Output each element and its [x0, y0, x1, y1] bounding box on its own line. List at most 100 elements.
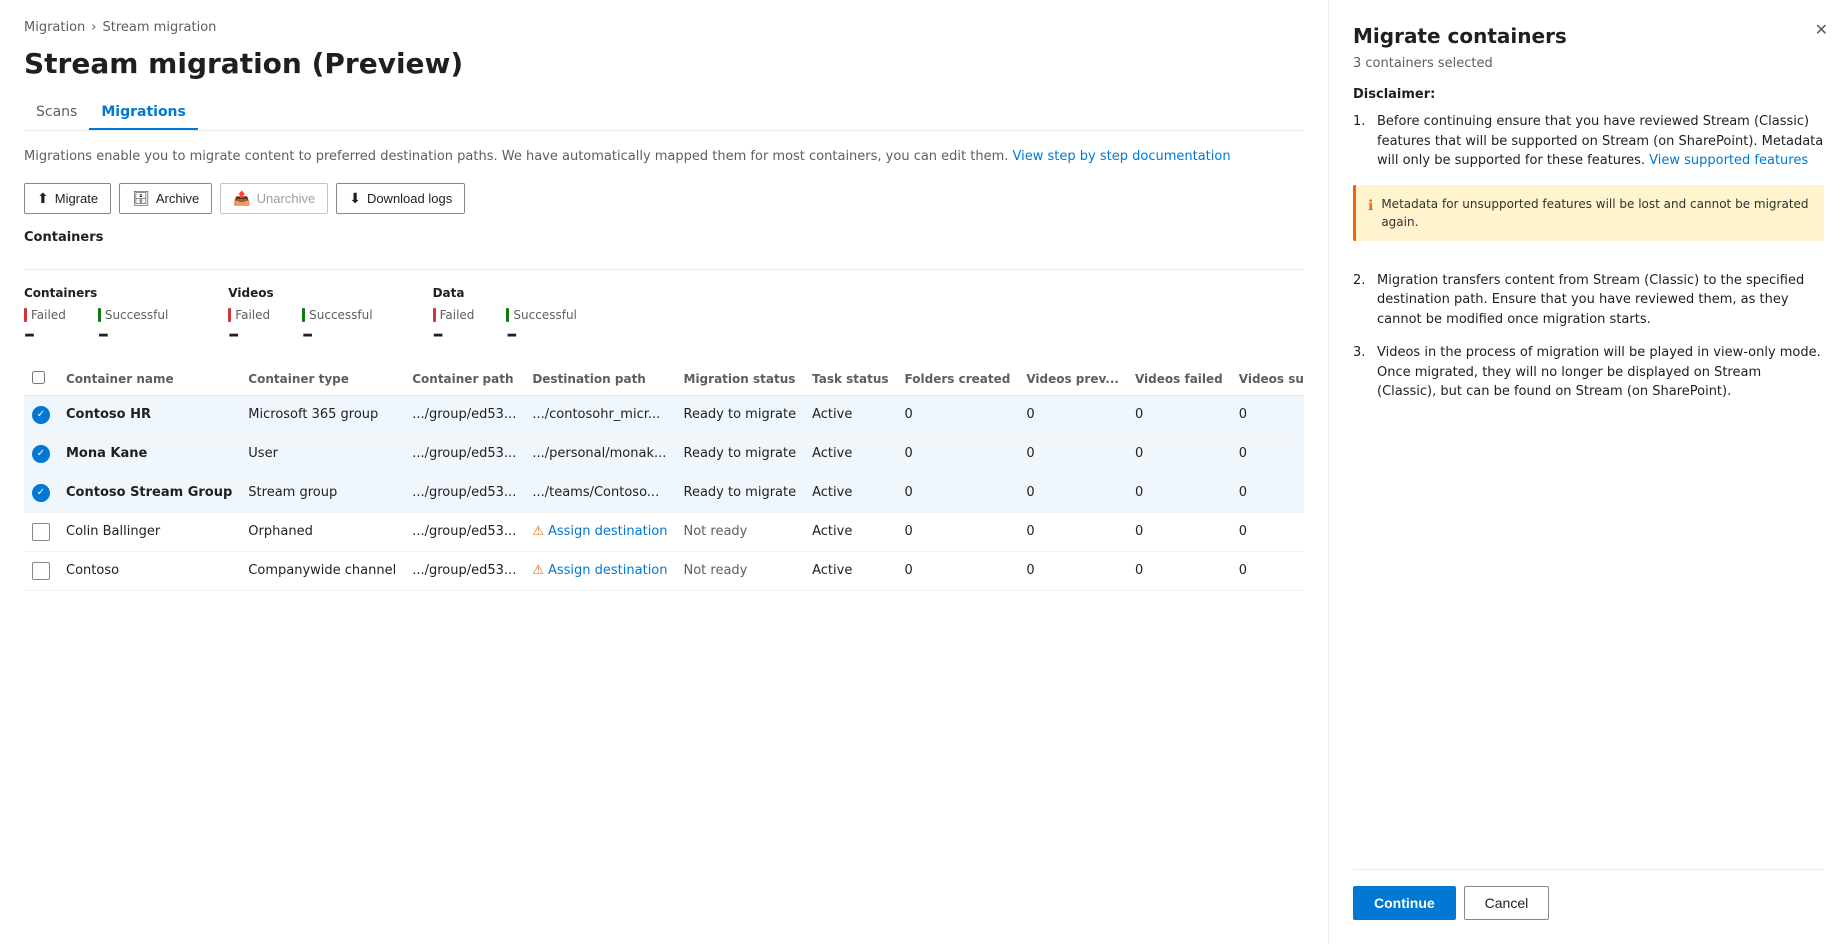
cell-migration-status: Not ready	[676, 512, 805, 551]
cell-container-path: .../group/ed53...	[404, 512, 524, 551]
successful-indicator	[98, 308, 101, 322]
cell-destination-path: .../contosohr_micr...	[524, 395, 675, 434]
step-1: 1. Before continuing ensure that you hav…	[1353, 112, 1824, 171]
cell-container-name: Contoso HR	[58, 395, 240, 434]
migrate-button[interactable]: ⬆ Migrate	[24, 183, 111, 214]
stats-row: Containers	[24, 230, 1304, 270]
containers-failed: Failed –	[24, 308, 66, 347]
row-checkbox-cell[interactable]: ✓	[24, 395, 58, 434]
cell-task-status: Active	[804, 395, 896, 434]
table-row: ✓Contoso Stream GroupStream group.../gro…	[24, 473, 1304, 512]
download-icon: ⬇	[349, 190, 361, 207]
migrations-table: Container name Container type Container …	[24, 363, 1304, 591]
cell-videos-prev: 0	[1018, 395, 1127, 434]
col-videos-prev: Videos prev...	[1018, 363, 1127, 396]
breadcrumb-stream-migration: Stream migration	[103, 20, 217, 35]
cell-container-type: Orphaned	[240, 512, 404, 551]
cell-container-name: Contoso Stream Group	[58, 473, 240, 512]
containers-successful: Successful –	[98, 308, 168, 347]
cell-videos-prev: 0	[1018, 434, 1127, 473]
tab-scans[interactable]: Scans	[24, 96, 89, 130]
containers-group-label: Containers	[24, 230, 103, 245]
description-text: Migrations enable you to migrate content…	[24, 147, 1304, 167]
data-stats: Data Failed – Successful –	[433, 286, 577, 347]
cell-container-type: User	[240, 434, 404, 473]
step-by-step-link[interactable]: View step by step documentation	[1013, 149, 1231, 164]
info-icon: ℹ	[1368, 196, 1373, 217]
checked-icon: ✓	[32, 445, 50, 463]
cell-container-type: Microsoft 365 group	[240, 395, 404, 434]
table-container: Container name Container type Container …	[24, 363, 1304, 591]
row-checkbox-cell[interactable]: ✓	[24, 434, 58, 473]
col-folders-created: Folders created	[897, 363, 1019, 396]
warning-box: ℹ Metadata for unsupported features will…	[1353, 185, 1824, 241]
cell-videos-succ: 0	[1231, 512, 1304, 551]
cell-migration-status: Ready to migrate	[676, 434, 805, 473]
cell-migration-status: Ready to migrate	[676, 473, 805, 512]
cell-videos-failed: 0	[1127, 395, 1231, 434]
warning-box-item: ℹ Metadata for unsupported features will…	[1353, 185, 1824, 257]
cell-container-name: Contoso	[58, 551, 240, 590]
videos-failed: Failed –	[228, 308, 270, 347]
disclaimer-label: Disclaimer:	[1353, 87, 1824, 102]
col-videos-failed: Videos failed	[1127, 363, 1231, 396]
cell-container-path: .../group/ed53...	[404, 551, 524, 590]
cell-videos-failed: 0	[1127, 434, 1231, 473]
unchecked-box[interactable]	[32, 523, 50, 541]
cell-folders-created: 0	[897, 512, 1019, 551]
cell-videos-failed: 0	[1127, 551, 1231, 590]
tab-migrations[interactable]: Migrations	[89, 96, 198, 130]
table-row: Colin BallingerOrphaned.../group/ed53...…	[24, 512, 1304, 551]
selected-count: 3 containers selected	[1353, 56, 1824, 71]
table-row: ✓Mona KaneUser.../group/ed53....../perso…	[24, 434, 1304, 473]
cell-folders-created: 0	[897, 551, 1019, 590]
cancel-button[interactable]: Cancel	[1464, 886, 1550, 920]
select-all-checkbox[interactable]	[24, 363, 58, 396]
unarchive-button[interactable]: 📤 Unarchive	[220, 183, 328, 214]
cell-container-name: Colin Ballinger	[58, 512, 240, 551]
table-body: ✓Contoso HRMicrosoft 365 group.../group/…	[24, 395, 1304, 590]
data-failed: Failed –	[433, 308, 475, 347]
close-button[interactable]: ✕	[1811, 16, 1832, 44]
checked-icon: ✓	[32, 406, 50, 424]
assign-destination-link[interactable]: Assign destination	[548, 524, 668, 539]
cell-videos-succ: 0	[1231, 395, 1304, 434]
cell-container-type: Companywide channel	[240, 551, 404, 590]
containers-stats-group: Containers	[24, 230, 103, 253]
cell-task-status: Active	[804, 551, 896, 590]
cell-migration-status: Ready to migrate	[676, 395, 805, 434]
unchecked-box[interactable]	[32, 562, 50, 580]
col-container-path: Container path	[404, 363, 524, 396]
cell-container-path: .../group/ed53...	[404, 473, 524, 512]
row-checkbox-cell[interactable]	[24, 512, 58, 551]
checked-icon: ✓	[32, 484, 50, 502]
row-checkbox-cell[interactable]: ✓	[24, 473, 58, 512]
assign-warning-icon: ⚠	[532, 563, 544, 578]
cell-destination-path[interactable]: ⚠ Assign destination	[524, 551, 675, 590]
assign-destination-link[interactable]: Assign destination	[548, 563, 668, 578]
failed-indicator	[24, 308, 27, 322]
download-logs-button[interactable]: ⬇ Download logs	[336, 183, 465, 214]
cell-task-status: Active	[804, 512, 896, 551]
step-2: 2. Migration transfers content from Stre…	[1353, 271, 1824, 330]
cell-migration-status: Not ready	[676, 551, 805, 590]
breadcrumb-migration[interactable]: Migration	[24, 20, 85, 35]
cell-videos-failed: 0	[1127, 473, 1231, 512]
unarchive-icon: 📤	[233, 190, 250, 207]
step-3: 3. Videos in the process of migration wi…	[1353, 343, 1824, 402]
cell-destination-path[interactable]: ⚠ Assign destination	[524, 512, 675, 551]
cell-task-status: Active	[804, 473, 896, 512]
containers-stats: Containers Failed – Successful –	[24, 286, 168, 347]
view-supported-features-link[interactable]: View supported features	[1649, 153, 1808, 168]
data-successful: Successful –	[506, 308, 576, 347]
cell-folders-created: 0	[897, 395, 1019, 434]
row-checkbox-cell[interactable]	[24, 551, 58, 590]
col-container-type: Container type	[240, 363, 404, 396]
main-content: Migration › Stream migration Stream migr…	[0, 0, 1328, 944]
tab-bar: Scans Migrations	[24, 96, 1304, 131]
cell-folders-created: 0	[897, 473, 1019, 512]
continue-button[interactable]: Continue	[1353, 886, 1456, 920]
videos-successful: Successful –	[302, 308, 372, 347]
archive-button[interactable]: 🗄 Archive	[119, 183, 212, 214]
assign-warning-icon: ⚠	[532, 524, 544, 539]
